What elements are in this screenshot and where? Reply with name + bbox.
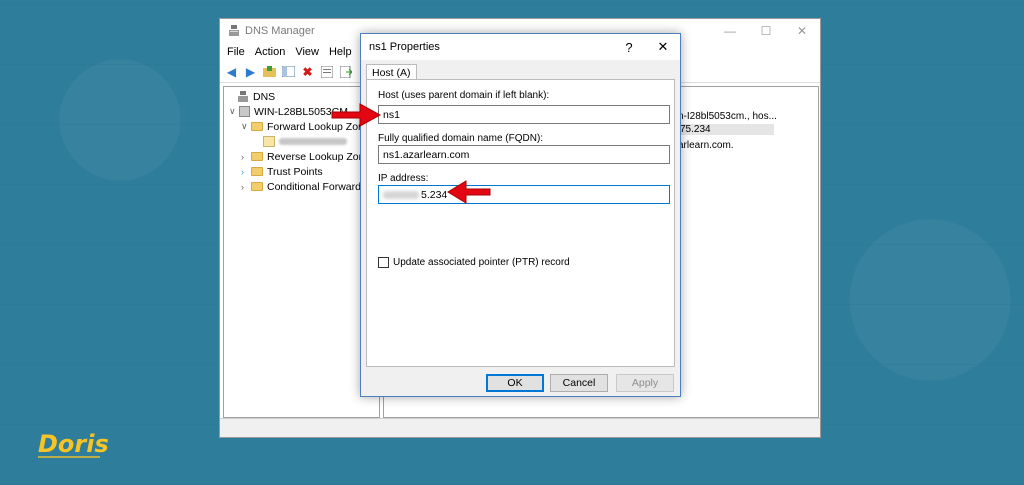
apply-button[interactable]: Apply	[616, 374, 674, 392]
redacted-zone-name	[279, 138, 347, 145]
redacted-ip-prefix	[383, 191, 419, 200]
logo-tagline-graphic	[38, 455, 109, 461]
console-tree: DNS ∨ WIN-L28BL5053CM ∨ Forward Lookup Z…	[223, 86, 380, 418]
menu-file[interactable]: File	[227, 46, 245, 58]
minimize-button[interactable]: —	[712, 19, 748, 43]
tree-item-trust-points[interactable]: › Trust Points	[227, 164, 376, 179]
maximize-button[interactable]: ☐	[748, 19, 784, 43]
folder-icon	[251, 167, 263, 176]
host-label: Host (uses parent domain if left blank):	[378, 90, 550, 101]
menu-view[interactable]: View	[295, 46, 319, 58]
tab-panel: Host (uses parent domain if left blank):…	[366, 79, 675, 367]
cancel-button[interactable]: Cancel	[550, 374, 608, 392]
tree-item-zone[interactable]	[227, 134, 376, 149]
ptr-checkbox-row[interactable]: Update associated pointer (PTR) record	[378, 257, 570, 268]
show-hide-tree-icon[interactable]	[281, 65, 296, 79]
folder-icon	[251, 122, 263, 131]
zone-icon	[263, 136, 275, 147]
ptr-checkbox-label: Update associated pointer (PTR) record	[393, 257, 570, 268]
delete-icon[interactable]: ✖	[300, 65, 315, 79]
folder-icon	[251, 182, 263, 191]
ip-visible-part: 5.234	[421, 189, 448, 201]
back-arrow-icon[interactable]: ◀	[224, 65, 239, 79]
tree-item-reverse-lookup[interactable]: › Reverse Lookup Zones	[227, 149, 376, 164]
doris-logo: Doris	[38, 430, 109, 461]
menu-help[interactable]: Help	[329, 46, 352, 58]
logo-text: Doris	[38, 430, 109, 458]
record-data-2[interactable]: 75.234	[678, 124, 774, 135]
folder-icon	[251, 152, 263, 161]
tree-label-trust: Trust Points	[267, 165, 323, 178]
dialog-title: ns1 Properties	[369, 41, 440, 53]
server-icon	[239, 106, 250, 117]
ip-label: IP address:	[378, 173, 429, 184]
status-bar	[220, 418, 820, 437]
dialog-title-bar: ns1 Properties ? ✕	[361, 34, 680, 60]
menu-action[interactable]: Action	[255, 46, 286, 58]
help-button[interactable]: ?	[612, 34, 646, 60]
tree-item-conditional-forwarders[interactable]: › Conditional Forwarders	[227, 179, 376, 194]
ip-address-input[interactable]: 5.234	[378, 185, 670, 204]
record-data-3[interactable]: arlearn.com.	[678, 140, 734, 151]
properties-icon[interactable]	[319, 65, 334, 79]
ok-button[interactable]: OK	[486, 374, 544, 392]
forward-arrow-icon[interactable]: ▶	[243, 65, 258, 79]
fqdn-field: ns1.azarlearn.com	[378, 145, 670, 164]
tree-label-dns: DNS	[253, 90, 276, 103]
ptr-checkbox[interactable]	[378, 257, 389, 268]
chevron-right-icon[interactable]: ›	[241, 182, 251, 192]
dialog-close-button[interactable]: ✕	[646, 34, 680, 60]
chevron-down-icon[interactable]: ∨	[241, 121, 251, 132]
close-button[interactable]: ✕	[784, 19, 820, 43]
chevron-right-icon[interactable]: ›	[241, 152, 251, 162]
host-input[interactable]: ns1	[378, 105, 670, 124]
fqdn-label: Fully qualified domain name (FQDN):	[378, 133, 544, 144]
record-data-1[interactable]: n-I28bl5053cm., hos...	[678, 111, 777, 122]
chevron-right-icon[interactable]: ›	[241, 167, 251, 177]
dns-app-icon	[229, 25, 239, 36]
chevron-down-icon[interactable]: ∨	[229, 106, 239, 117]
arrow-annotation-host	[331, 103, 382, 127]
export-list-icon[interactable]	[338, 65, 353, 79]
up-folder-icon[interactable]	[262, 65, 277, 79]
dns-icon	[238, 90, 248, 102]
arrow-annotation-ip	[447, 180, 491, 204]
window-title: DNS Manager	[245, 25, 315, 37]
ns1-properties-dialog: ns1 Properties ? ✕ Host (A) Host (uses p…	[360, 33, 681, 397]
